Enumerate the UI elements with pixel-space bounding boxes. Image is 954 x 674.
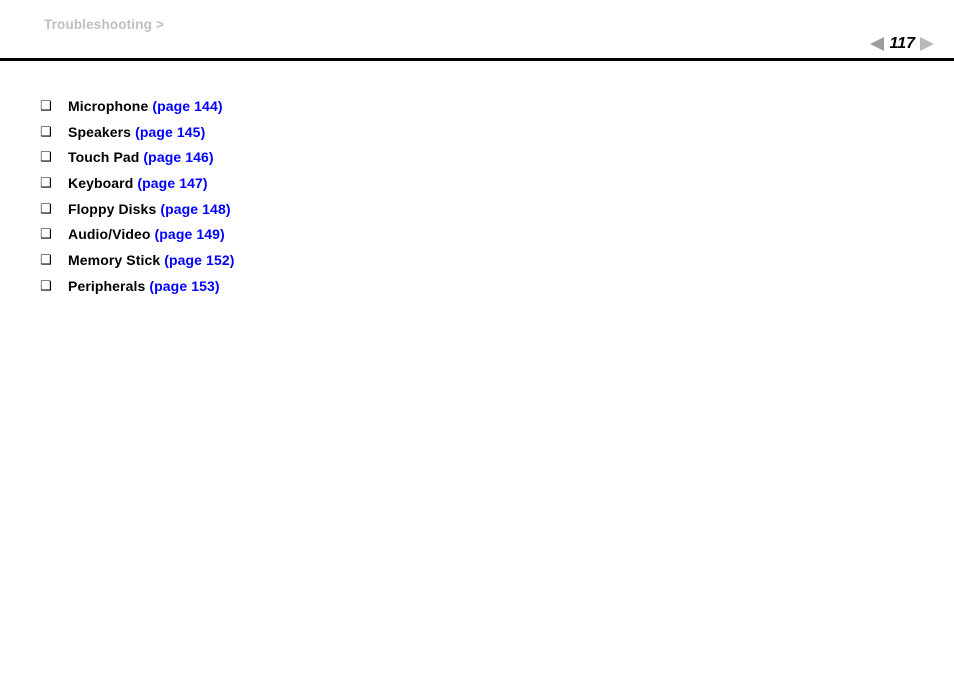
list-item-page-link[interactable]: (page 147) bbox=[137, 175, 207, 191]
list-item-title: Floppy Disks bbox=[68, 200, 157, 217]
bullet-square-icon: ❑ bbox=[40, 201, 52, 217]
header-divider bbox=[0, 58, 954, 61]
list-item-title: Peripherals bbox=[68, 277, 146, 294]
list-item[interactable]: ❑ Peripherals (page 153) bbox=[0, 274, 954, 300]
bullet-square-icon: ❑ bbox=[40, 176, 52, 192]
bullet-square-icon: ❑ bbox=[40, 227, 52, 243]
bullet-square-icon: ❑ bbox=[40, 124, 52, 140]
list-item-page-link[interactable]: (page 152) bbox=[164, 252, 234, 268]
bullet-square-icon: ❑ bbox=[40, 150, 52, 166]
list-item-page-link[interactable]: (page 148) bbox=[160, 201, 230, 217]
triangle-right-icon[interactable] bbox=[920, 37, 934, 51]
list-item-page-link[interactable]: (page 146) bbox=[143, 149, 213, 165]
list-item[interactable]: ❑ Floppy Disks (page 148) bbox=[0, 197, 954, 223]
list-item[interactable]: ❑ Keyboard (page 147) bbox=[0, 171, 954, 197]
triangle-left-icon[interactable] bbox=[870, 37, 885, 51]
troubleshooting-link-list: ❑ Microphone (page 144) ❑ Speakers (page 145)… bbox=[0, 94, 954, 300]
list-item-title: Audio/Video bbox=[68, 226, 151, 243]
page-number: 117 bbox=[889, 35, 915, 52]
list-item-page-link[interactable]: (page 153) bbox=[149, 278, 219, 294]
list-item[interactable]: ❑ Audio/Video (page 149) bbox=[0, 222, 954, 248]
list-item[interactable]: ❑ Speakers (page 145) bbox=[0, 120, 954, 146]
list-item-title: Keyboard bbox=[68, 175, 134, 192]
page-header: Troubleshooting > 117 bbox=[0, 0, 954, 58]
list-item-title: Microphone bbox=[68, 98, 149, 114]
breadcrumb: Troubleshooting > bbox=[44, 17, 164, 32]
page-navigation: 117 bbox=[870, 33, 934, 55]
bullet-square-icon: ❑ bbox=[40, 278, 52, 294]
list-item-title: Speakers bbox=[68, 123, 132, 140]
list-item-page-link[interactable]: (page 149) bbox=[155, 226, 225, 242]
bullet-square-icon: ❑ bbox=[40, 253, 52, 269]
list-item[interactable]: ❑ Memory Stick (page 152) bbox=[0, 248, 954, 274]
list-item[interactable]: ❑ Microphone (page 144) bbox=[0, 94, 954, 120]
list-item-page-link[interactable]: (page 144) bbox=[152, 98, 222, 114]
list-item-title: Touch Pad bbox=[68, 149, 140, 166]
list-item[interactable]: ❑ Touch Pad (page 146) bbox=[0, 145, 954, 171]
list-item-title: Memory Stick bbox=[68, 252, 161, 269]
list-item-page-link[interactable]: (page 145) bbox=[135, 124, 205, 140]
bullet-square-icon: ❑ bbox=[40, 99, 52, 114]
